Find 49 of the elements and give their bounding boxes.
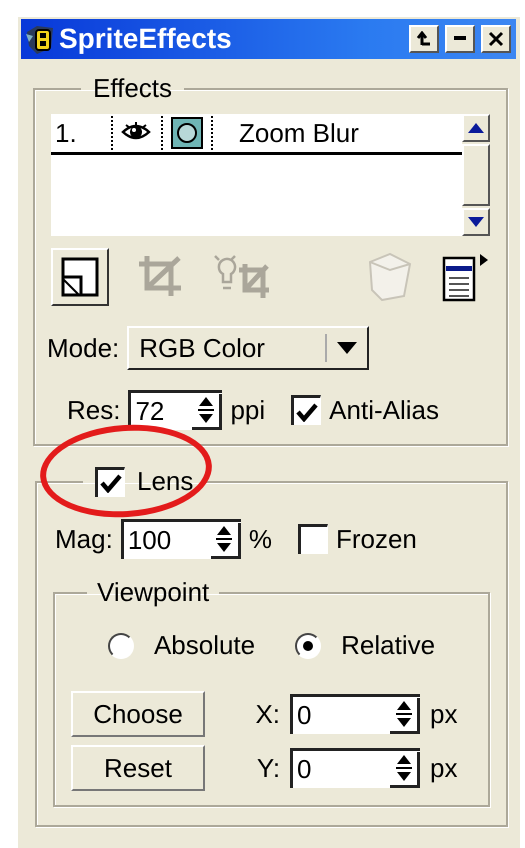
lens-checkbox[interactable] (95, 466, 125, 496)
scroll-down-icon (468, 217, 484, 227)
pin-button[interactable] (409, 25, 439, 53)
anti-alias-label: Anti-Alias (329, 394, 439, 426)
close-icon (488, 31, 504, 47)
mode-dropdown[interactable]: RGB Color (127, 326, 370, 370)
mag-label: Mag: (55, 524, 113, 554)
new-effect-button[interactable] (51, 248, 109, 306)
effect-name: Zoom Blur (239, 118, 359, 148)
radio-label: Absolute (154, 630, 256, 661)
minimize-button[interactable] (445, 25, 475, 53)
new-layer-icon (61, 257, 99, 297)
coordinate-label: X: (255, 698, 280, 730)
coordinate-field[interactable]: 0 (290, 748, 420, 788)
mag-field[interactable]: 100 (120, 519, 241, 559)
coordinate-field[interactable]: 0 (290, 694, 420, 734)
scroll-bar[interactable] (462, 114, 490, 236)
radio-label: Relative (341, 630, 436, 661)
spinner-icon[interactable] (192, 394, 222, 430)
spinner-icon[interactable] (390, 698, 420, 734)
frozen-checkbox[interactable] (298, 524, 328, 554)
window-title: SpriteEffects (59, 23, 232, 55)
scroll-up-icon (468, 123, 484, 133)
frozen-label: Frozen (336, 524, 417, 554)
mode-label: Mode: (47, 332, 120, 364)
effect-number: 1. (55, 118, 78, 148)
reset-button[interactable]: Reset (71, 745, 205, 791)
radio-button[interactable] (295, 632, 322, 658)
anti-alias-checkbox[interactable] (291, 395, 322, 425)
unit-label: px (430, 752, 459, 784)
unit-label: ppi (230, 394, 266, 426)
res-label: Res: (67, 394, 120, 426)
effect-row[interactable]: 1. Zoom Blur (51, 114, 462, 155)
effect-type-icon (171, 117, 203, 149)
group-label: Viewpoint (96, 577, 210, 608)
close-button[interactable] (481, 25, 511, 53)
lens-label: Lens (137, 466, 194, 497)
spinner-icon[interactable] (210, 522, 241, 558)
menu-icon[interactable] (442, 252, 490, 302)
spinner-icon[interactable] (390, 752, 420, 788)
radio-button[interactable] (108, 632, 134, 658)
coordinate-label: Y: (256, 752, 280, 784)
caret-icon (337, 342, 358, 354)
group-label: Effects (92, 73, 174, 104)
arrow-icon (416, 31, 432, 47)
res-field[interactable]: 72 (128, 390, 222, 430)
percent-label: % (248, 524, 272, 554)
unit-label: px (430, 698, 459, 730)
choose-button[interactable]: Choose (71, 691, 205, 737)
